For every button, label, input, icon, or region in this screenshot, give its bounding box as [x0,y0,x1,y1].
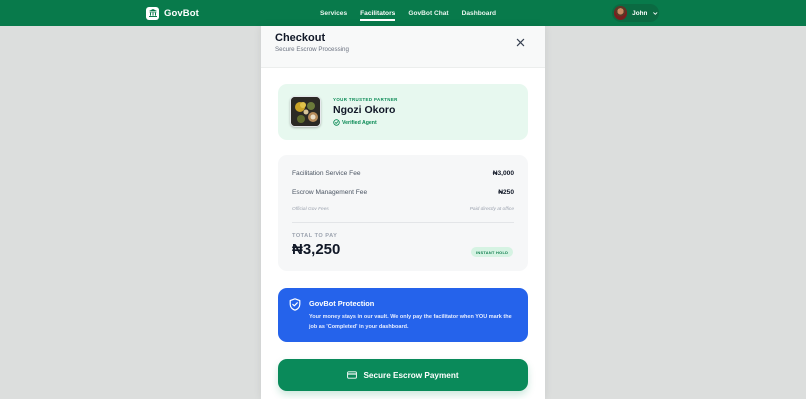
nav-govbot-chat[interactable]: GovBot Chat [408,10,448,17]
user-name: John [632,9,648,17]
protection-text: Your money stays in our vault. We only p… [309,314,512,330]
verified-check-icon [333,119,340,126]
user-menu[interactable]: John [612,4,659,22]
nav-facilitators[interactable]: Facilitators [360,10,396,21]
verified-badge: Verified Agent [333,119,377,126]
nav-links: Services Facilitators GovBot Chat Dashbo… [320,0,496,26]
top-nav: GovBot Services Facilitators GovBot Chat… [0,0,806,26]
verified-label: Verified Agent [342,119,377,126]
partner-tag: YOUR TRUSTED PARTNER [333,97,398,102]
instant-hold-badge: INSTANT HOLD [471,247,514,257]
fee-notes-row: Official Gov Fees Paid directly at offic… [292,207,514,212]
service-fee-row: Facilitation Service Fee ₦3,000 [292,170,514,177]
gov-fees-note: Official Gov Fees [292,207,329,212]
partner-photo [290,96,321,127]
partner-name: Ngozi Okoro [333,104,396,116]
brand[interactable]: GovBot [146,5,199,21]
chevron-down-icon [653,11,658,15]
modal-title: Checkout [275,32,326,44]
close-icon[interactable] [516,38,525,47]
avatar [614,6,628,20]
nav-dashboard[interactable]: Dashboard [462,10,496,17]
escrow-fee-row: Escrow Management Fee ₦250 [292,189,514,196]
checkout-modal: Checkout Secure Escrow Processing YOUR T… [261,26,545,399]
nav-services[interactable]: Services [320,10,347,17]
partner-card: YOUR TRUSTED PARTNER Ngozi Okoro Verifie… [278,84,528,140]
shield-check-icon [289,298,301,311]
brand-name: GovBot [164,7,199,19]
secure-payment-button[interactable]: Secure Escrow Payment [278,359,528,391]
total-amount: ₦3,250 [292,241,341,258]
pay-button-label: Secure Escrow Payment [363,370,459,380]
modal-header: Checkout Secure Escrow Processing [261,26,545,68]
modal-subtitle: Secure Escrow Processing [275,46,349,53]
escrow-fee-amount: ₦250 [498,189,514,196]
service-fee-label: Facilitation Service Fee [292,170,361,177]
divider [292,222,514,223]
protection-title: GovBot Protection [309,299,375,308]
building-icon [146,6,159,20]
protection-notice: GovBot Protection Your money stays in ou… [278,288,528,342]
escrow-fee-label: Escrow Management Fee [292,189,368,196]
paid-at-office-note: Paid directly at office [469,207,514,212]
service-fee-amount: ₦3,000 [492,170,514,177]
total-label: TOTAL TO PAY [292,233,338,239]
fee-summary: Facilitation Service Fee ₦3,000 Escrow M… [278,155,528,271]
credit-card-icon [347,371,358,379]
